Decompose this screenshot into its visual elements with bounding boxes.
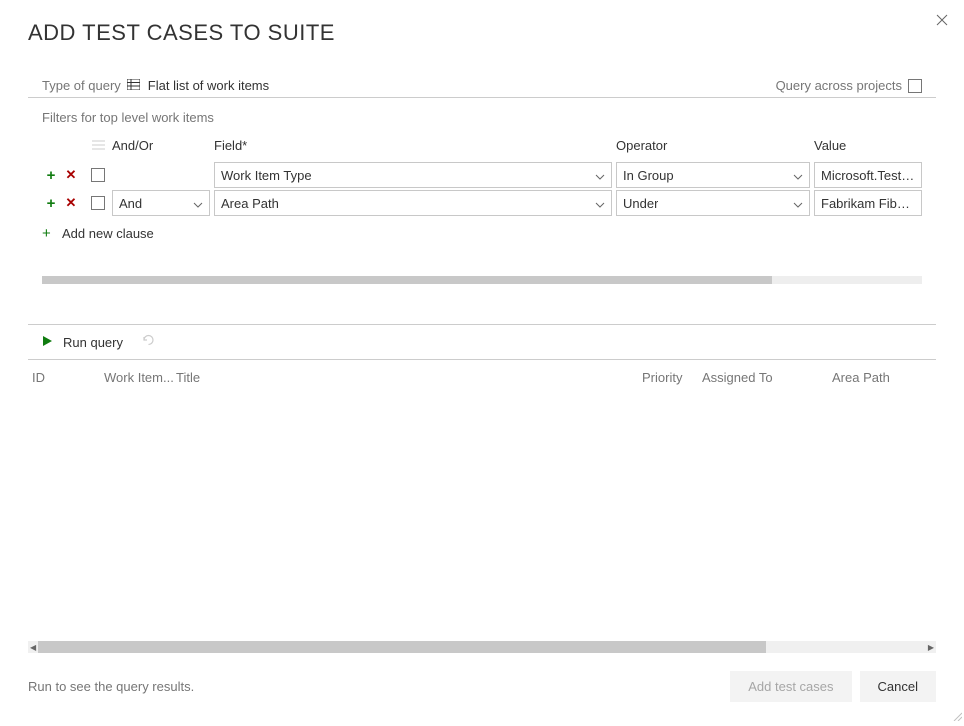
chevron-down-icon	[793, 168, 803, 183]
tree-icon	[92, 138, 105, 153]
results-body	[28, 395, 936, 641]
query-type-label: Type of query	[42, 78, 121, 93]
header-value: Value	[814, 138, 922, 153]
refresh-icon[interactable]	[141, 333, 156, 351]
header-operator: Operator	[616, 138, 810, 153]
clause-row: + ✕ And Area Path Under	[42, 189, 922, 217]
close-button[interactable]	[932, 10, 952, 30]
dialog-title: ADD TEST CASES TO SUITE	[28, 20, 936, 46]
filter-header-row: And/Or Field* Operator Value	[42, 131, 922, 159]
close-icon	[936, 14, 948, 26]
chevron-down-icon	[595, 168, 605, 183]
add-clause-icon[interactable]: +	[42, 166, 60, 184]
scrollbar-thumb[interactable]	[38, 641, 766, 653]
remove-clause-icon[interactable]: ✕	[62, 166, 80, 184]
value-select[interactable]: Fabrikam Fiber\Servic	[814, 190, 922, 216]
andor-select[interactable]: And	[112, 190, 210, 216]
resize-grip-icon[interactable]	[952, 711, 962, 724]
clause-checkbox[interactable]	[91, 196, 105, 210]
chevron-down-icon	[193, 196, 203, 211]
chevron-down-icon	[595, 196, 605, 211]
query-across-projects-label: Query across projects	[776, 78, 902, 93]
column-area-path[interactable]: Area Path	[832, 370, 932, 385]
scroll-right-icon[interactable]: ▶	[928, 643, 934, 652]
field-select[interactable]: Work Item Type	[214, 162, 612, 188]
value-select[interactable]: Microsoft.TestCase	[814, 162, 922, 188]
dialog-footer: Run to see the query results. Add test c…	[28, 653, 936, 726]
results-horizontal-scrollbar[interactable]: ◀ ▶	[28, 641, 936, 653]
flat-list-icon	[127, 78, 140, 93]
scrollbar-thumb[interactable]	[42, 276, 772, 284]
chevron-down-icon	[793, 196, 803, 211]
clause-checkbox[interactable]	[91, 168, 105, 182]
column-title[interactable]: Title	[176, 370, 642, 385]
filter-clauses-table: And/Or Field* Operator Value + ✕ Work It…	[28, 131, 936, 248]
column-priority[interactable]: Priority	[642, 370, 702, 385]
filter-horizontal-scrollbar[interactable]	[42, 276, 922, 284]
operator-select[interactable]: In Group	[616, 162, 810, 188]
run-query-bar: Run query	[28, 324, 936, 360]
cancel-button[interactable]: Cancel	[860, 671, 936, 702]
query-type-bar: Type of query Flat list of work items Qu…	[28, 74, 936, 98]
dialog-container: ADD TEST CASES TO SUITE Type of query Fl…	[0, 0, 964, 726]
scroll-left-icon[interactable]: ◀	[30, 643, 36, 652]
filters-heading: Filters for top level work items	[28, 104, 936, 131]
run-query-button[interactable]: Run query	[63, 335, 123, 350]
results-column-headers: ID Work Item... Title Priority Assigned …	[28, 360, 936, 395]
remove-clause-icon[interactable]: ✕	[62, 194, 80, 212]
add-clause-icon[interactable]: +	[42, 194, 60, 212]
query-across-projects-checkbox[interactable]	[908, 79, 922, 93]
column-work-item-type[interactable]: Work Item...	[104, 370, 176, 385]
footer-status-text: Run to see the query results.	[28, 679, 194, 694]
add-test-cases-button[interactable]: Add test cases	[730, 671, 851, 702]
operator-select[interactable]: Under	[616, 190, 810, 216]
column-assigned-to[interactable]: Assigned To	[702, 370, 832, 385]
play-icon	[42, 335, 53, 350]
field-select[interactable]: Area Path	[214, 190, 612, 216]
column-id[interactable]: ID	[32, 370, 104, 385]
add-new-clause-button[interactable]: + Add new clause	[42, 219, 922, 248]
header-field: Field*	[214, 138, 612, 153]
clause-row: + ✕ Work Item Type In Group Microsoft.T	[42, 161, 922, 189]
query-type-value[interactable]: Flat list of work items	[148, 78, 269, 93]
header-andor: And/Or	[112, 138, 210, 153]
